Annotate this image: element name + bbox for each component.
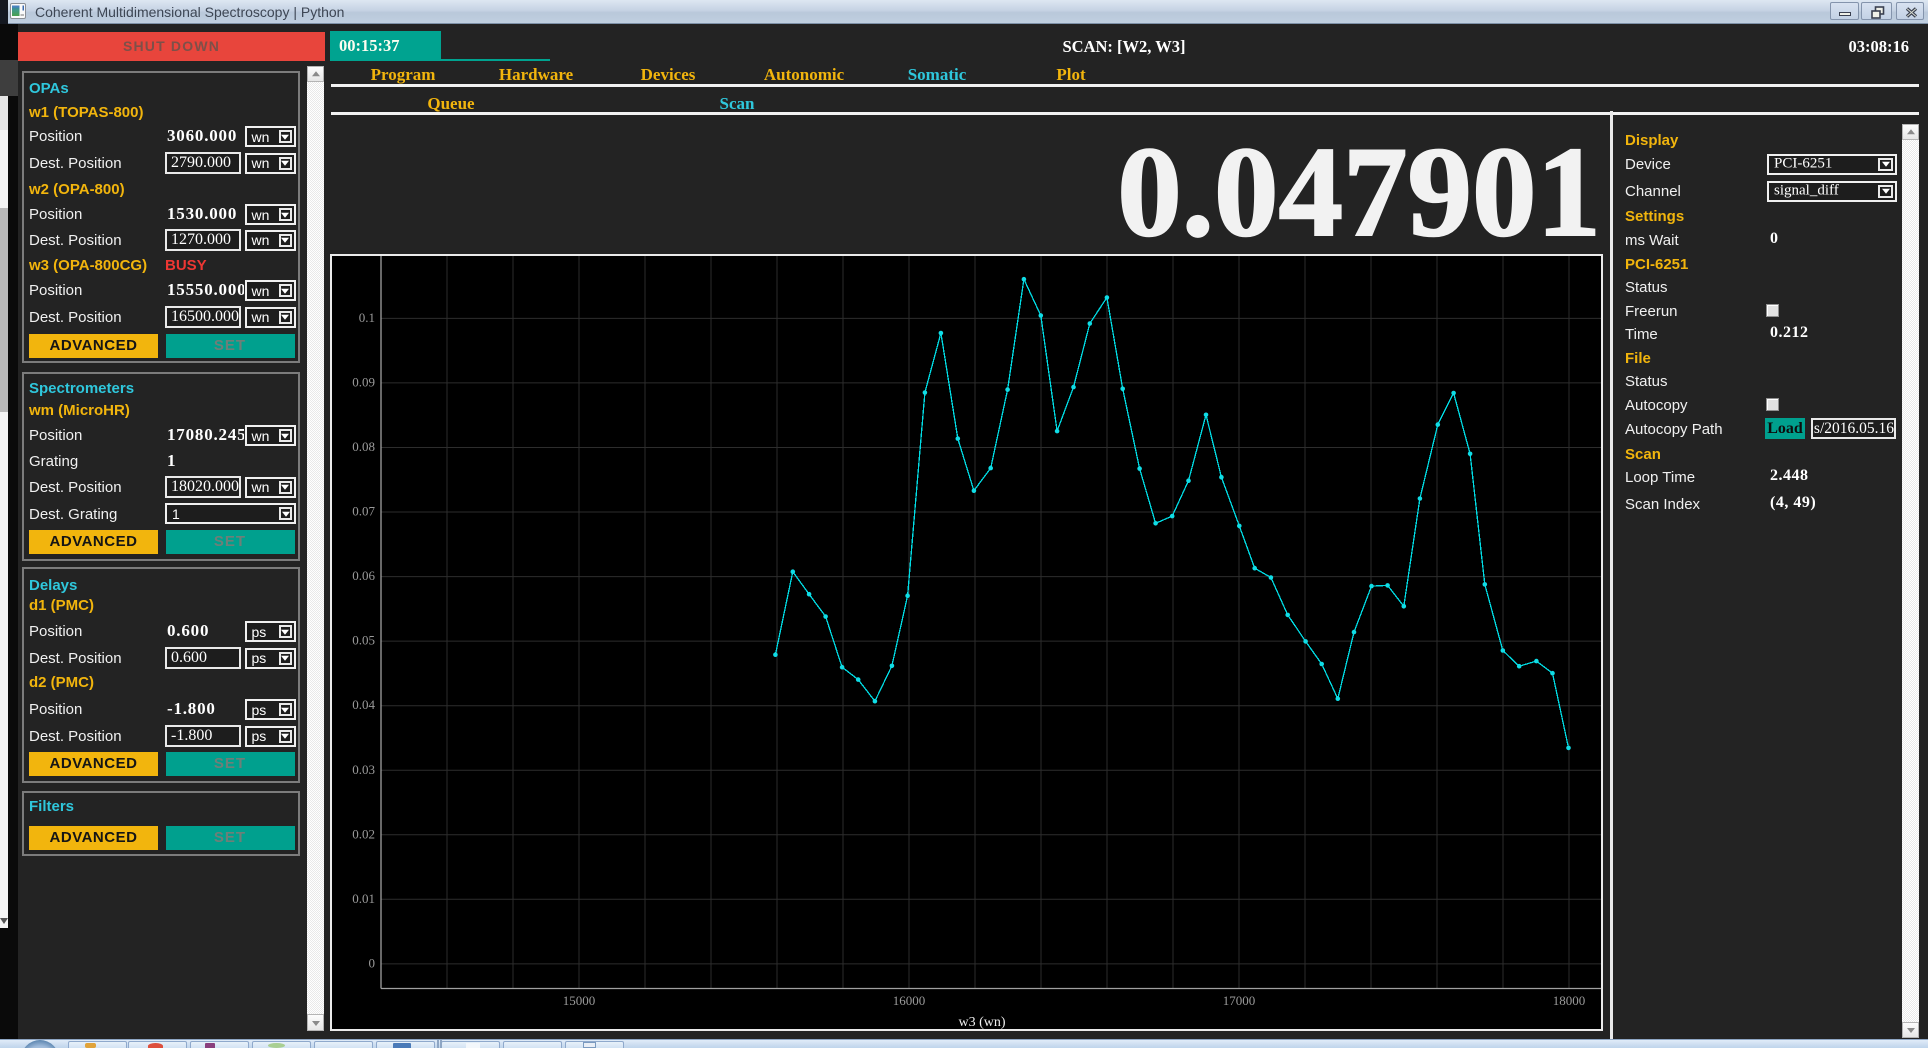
svg-text:0.05: 0.05 [352,633,375,648]
svg-text:0.07: 0.07 [352,504,375,519]
svg-text:0: 0 [369,955,376,970]
svg-text:16000: 16000 [893,993,926,1008]
svg-text:0.1: 0.1 [359,310,375,325]
svg-text:0.01: 0.01 [352,891,375,906]
svg-text:0.08: 0.08 [352,439,375,454]
svg-text:0.06: 0.06 [352,568,375,583]
svg-text:15000: 15000 [563,993,596,1008]
svg-text:0.03: 0.03 [352,762,375,777]
svg-text:0.09: 0.09 [352,374,375,389]
svg-text:w3 (wn): w3 (wn) [958,1015,1005,1030]
svg-text:0.02: 0.02 [352,826,375,841]
svg-text:17000: 17000 [1223,993,1256,1008]
svg-text:0.04: 0.04 [352,697,375,712]
svg-text:18000: 18000 [1553,993,1586,1008]
